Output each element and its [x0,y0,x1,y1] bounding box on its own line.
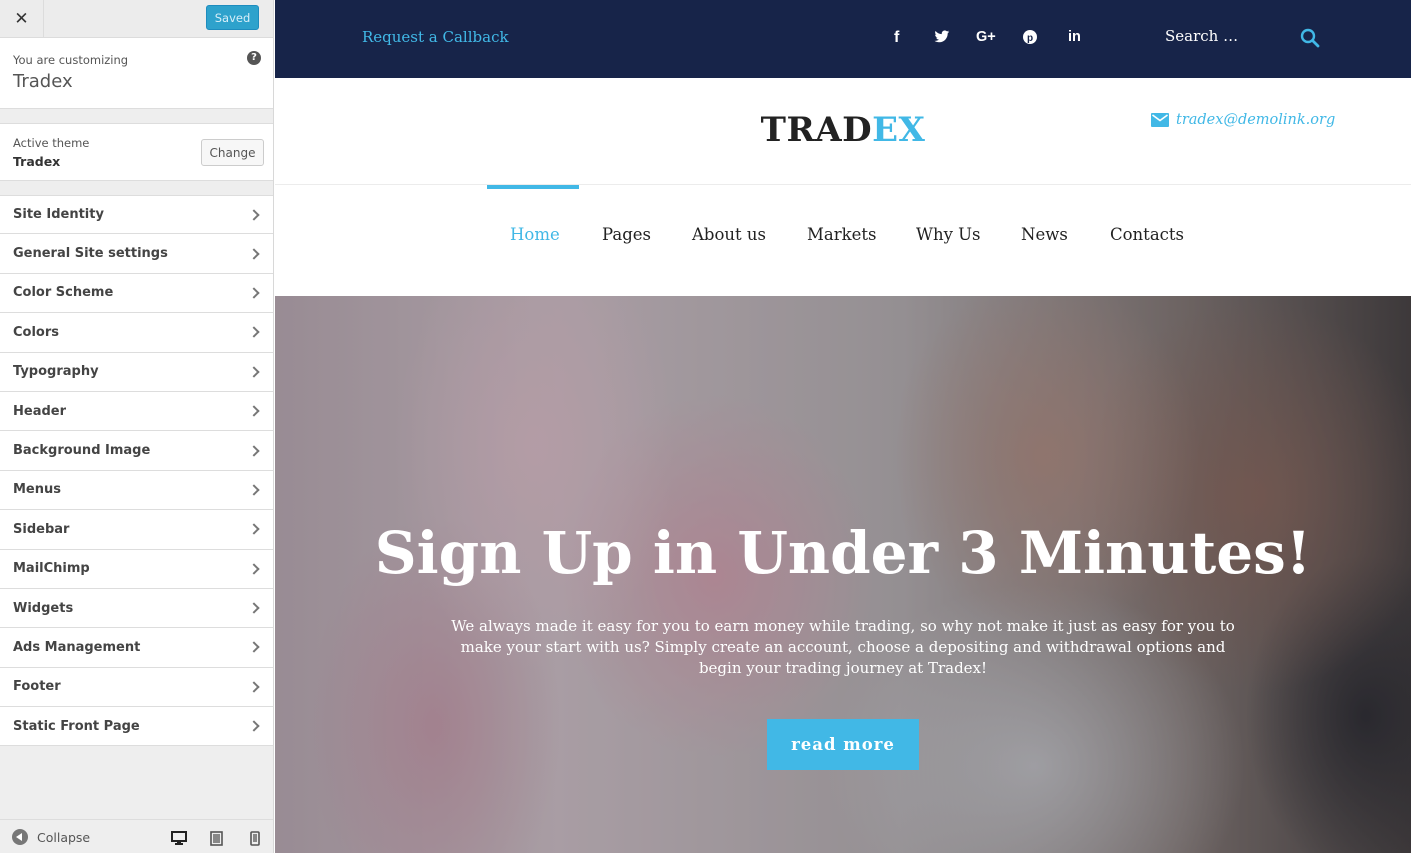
active-nav-indicator [487,185,579,189]
section-widgets[interactable]: Widgets [0,588,273,629]
section-site-identity[interactable]: Site Identity [0,195,273,235]
chevron-right-icon [248,523,260,535]
section-background-image[interactable]: Background Image [0,431,273,471]
customizer-footer: Collapse [0,819,273,853]
hero-description: We always made it easy for you to earn m… [451,617,1235,677]
chevron-right-icon [248,247,260,260]
chevron-right-icon [248,444,260,457]
section-typography[interactable]: Typography [0,352,273,392]
section-color-scheme[interactable]: Color Scheme [0,273,273,314]
chevron-right-icon [248,287,260,299]
section-menus[interactable]: Menus [0,470,273,511]
tablet-icon[interactable] [210,831,223,846]
chevron-right-icon [248,720,260,732]
chevron-right-icon [248,326,260,339]
pinterest-icon[interactable]: p [1023,30,1037,44]
chevron-right-icon [248,681,260,693]
section-general-site-settings[interactable]: General Site settings [0,234,273,274]
collapse-arrow-icon [12,829,28,845]
change-theme-button[interactable]: Change [201,139,264,166]
desktop-icon[interactable] [171,831,187,845]
customizer-sidebar: ✕ Saved You are customizing Tradex ? Act… [0,0,274,853]
section-ads-management[interactable]: Ads Management [0,628,273,668]
active-theme-panel: Active theme Tradex Change [0,123,273,181]
section-sidebar[interactable]: Sidebar [0,510,273,550]
facebook-icon[interactable]: f [894,29,899,47]
collapse-button[interactable]: Collapse [12,829,90,845]
nav-item-news[interactable]: News [1021,225,1068,244]
top-bar: Request a Callback f G+ p in [275,0,1411,78]
help-icon[interactable]: ? [247,51,261,65]
brand-bar: TRADEX tradex@demolink.org [275,78,1411,185]
chevron-right-icon [248,209,260,221]
customizer-info: You are customizing Tradex ? [0,38,273,109]
nav-item-home[interactable]: Home [510,225,560,244]
nav-item-pages[interactable]: Pages [602,225,651,244]
section-header[interactable]: Header [0,391,273,432]
close-icon[interactable]: ✕ [0,0,44,37]
hero-title: Sign Up in Under 3 Minutes! [374,519,1312,587]
email-link[interactable]: tradex@demolink.org [1151,112,1335,128]
customizer-sections: Site Identity General Site settings Colo… [0,195,273,747]
read-more-button[interactable]: read more [767,719,919,770]
main-navigation: Home Pages About us Markets Why Us News … [275,185,1411,296]
chevron-right-icon [248,602,260,614]
search-icon[interactable] [1300,28,1320,48]
mobile-icon[interactable] [250,831,260,846]
chevron-right-icon [248,641,260,654]
section-footer[interactable]: Footer [0,667,273,708]
hero-banner: Sign Up in Under 3 Minutes! We always ma… [275,296,1411,853]
section-static-front-page[interactable]: Static Front Page [0,707,273,747]
email-address: tradex@demolink.org [1176,112,1336,128]
customizer-header: ✕ Saved [0,0,273,38]
chevron-right-icon [248,563,260,575]
section-colors[interactable]: Colors [0,313,273,353]
request-callback-link[interactable]: Request a Callback [362,28,509,46]
site-name: Tradex [13,71,73,92]
mail-icon [1151,113,1169,127]
chevron-right-icon [248,484,260,496]
collapse-label: Collapse [37,829,91,845]
logo-part-1: TRAD [760,110,873,150]
nav-item-why-us[interactable]: Why Us [916,225,981,244]
nav-item-about-us[interactable]: About us [692,225,766,244]
logo-part-2: EX [872,110,926,150]
twitter-icon[interactable] [934,30,950,44]
saved-button[interactable]: Saved [206,5,259,30]
linkedin-icon[interactable]: in [1068,29,1081,45]
search-input[interactable] [1165,27,1295,45]
site-preview: Request a Callback f G+ p in TRADEX trad… [275,0,1411,853]
chevron-right-icon [248,366,260,378]
nav-menu: Home Pages About us Markets Why Us News … [275,225,1411,249]
customizing-label: You are customizing [13,53,129,67]
svg-text:p: p [1027,33,1033,44]
google-plus-icon[interactable]: G+ [976,29,996,45]
chevron-right-icon [248,405,260,417]
nav-item-markets[interactable]: Markets [807,225,876,244]
section-mailchimp[interactable]: MailChimp [0,549,273,589]
nav-item-contacts[interactable]: Contacts [1110,225,1184,244]
